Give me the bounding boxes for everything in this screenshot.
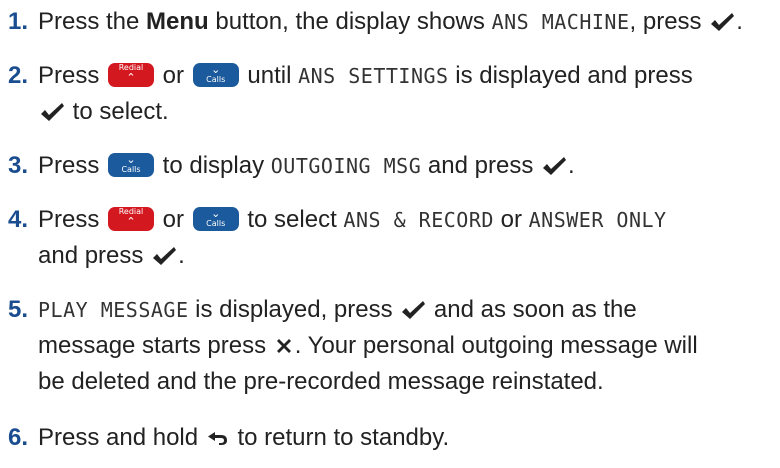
text: or xyxy=(493,206,529,233)
text: . xyxy=(567,152,575,179)
text: . Your personal outgoing message will xyxy=(294,332,698,359)
step-text: PLAY MESSAGE is displayed, press and as … xyxy=(38,292,776,400)
step-text: Press Redial ⌃ or ⌄ Calls until ANS SETTIN… xyxy=(38,58,776,130)
redial-key: Redial ⌃ xyxy=(108,63,155,87)
chevron-down-icon: ⌄ xyxy=(211,207,221,220)
calls-key: ⌄ Calls xyxy=(192,207,239,231)
text: Press the xyxy=(38,8,147,35)
text: and press xyxy=(421,152,540,179)
checkmark-icon xyxy=(711,13,735,31)
display-text: OUTGOING MSG xyxy=(270,154,422,178)
key-label: Calls xyxy=(206,75,226,84)
text: button, the display shows xyxy=(208,8,492,35)
x-icon xyxy=(276,339,291,353)
text: to return to standby. xyxy=(230,424,450,451)
text: to select. xyxy=(66,98,169,125)
step-text: Press and hold to return to standby. xyxy=(38,420,776,456)
display-text: ANS SETTINGS xyxy=(298,64,449,88)
display-text: ANSWER ONLY xyxy=(528,208,667,232)
step-number: 6. xyxy=(8,424,29,451)
calls-key: ⌄ Calls xyxy=(192,63,239,87)
text: to display xyxy=(156,152,271,179)
chevron-up-icon: ⌃ xyxy=(126,215,136,228)
back-arrow-icon xyxy=(207,432,227,445)
step-text: Press ⌄ Calls to display OUTGOING MSG and… xyxy=(38,148,776,184)
text: and press xyxy=(38,242,151,269)
step-number: 1. xyxy=(8,8,29,35)
text: Press and hold xyxy=(38,424,205,451)
step-number: 2. xyxy=(8,62,29,89)
step-text: Press Redial ⌃ or ⌄ Calls to select ANS & … xyxy=(38,202,776,274)
display-text: ANS MACHINE xyxy=(491,10,630,34)
chevron-down-icon: ⌄ xyxy=(126,153,136,166)
text: Press xyxy=(38,62,107,89)
key-label: Calls xyxy=(121,165,141,174)
menu-button-label: Menu xyxy=(146,8,209,35)
text: message starts press xyxy=(38,332,273,359)
text: is displayed and press xyxy=(448,62,693,89)
step-text: Press the Menu button, the display shows… xyxy=(38,4,776,40)
checkmark-icon xyxy=(41,103,64,121)
chevron-up-icon: ⌃ xyxy=(126,71,136,84)
text: or xyxy=(156,206,191,233)
text: . xyxy=(736,8,743,35)
display-text: PLAY MESSAGE xyxy=(38,298,189,322)
step-number: 3. xyxy=(8,152,29,179)
key-label: Calls xyxy=(206,219,226,228)
text: is displayed, press xyxy=(188,296,400,323)
text: or xyxy=(156,62,191,89)
text: . xyxy=(178,242,185,269)
checkmark-icon xyxy=(402,301,426,319)
checkmark-icon xyxy=(542,157,566,175)
calls-key: ⌄ Calls xyxy=(108,153,155,177)
redial-key: Redial ⌃ xyxy=(108,207,155,231)
text: and as soon as the xyxy=(427,296,637,323)
step-number: 5. xyxy=(8,296,29,323)
text: be deleted and the pre-recorded message … xyxy=(38,368,604,395)
text: , press xyxy=(629,8,709,35)
text: Press xyxy=(38,152,107,179)
chevron-down-icon: ⌄ xyxy=(211,63,221,76)
display-text: ANS & RECORD xyxy=(343,208,494,232)
text: until xyxy=(240,62,299,89)
text: Press xyxy=(38,206,107,233)
checkmark-icon xyxy=(153,247,177,265)
step-number: 4. xyxy=(8,206,29,233)
text: to select xyxy=(240,206,344,233)
